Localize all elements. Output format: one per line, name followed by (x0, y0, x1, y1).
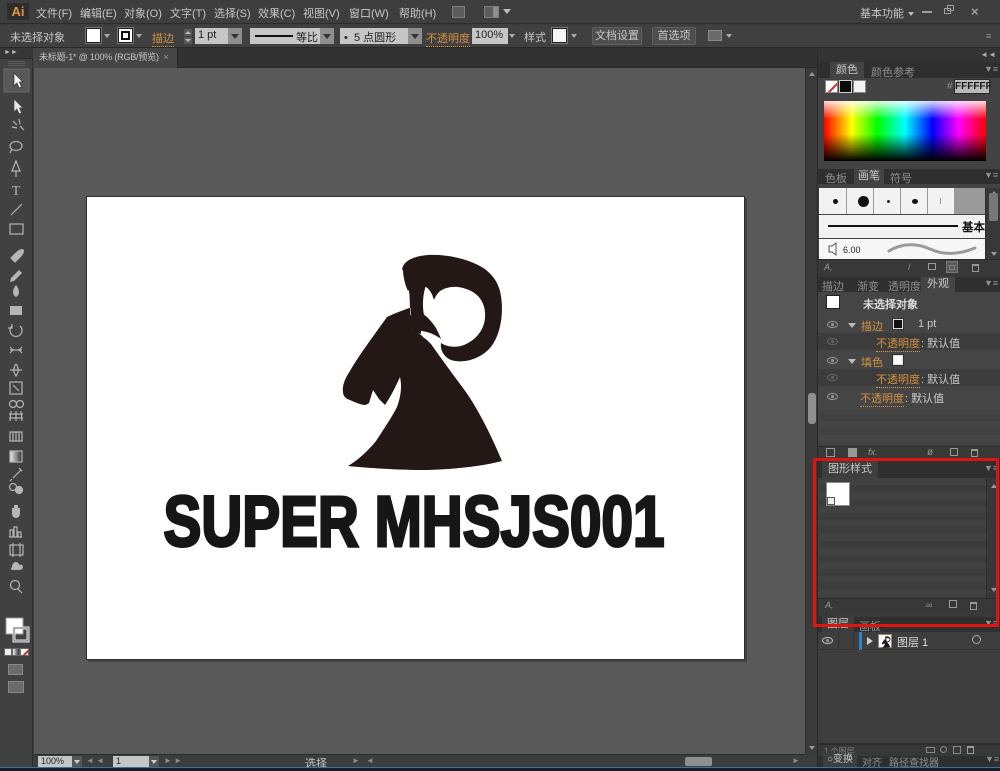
svg-text:T: T (12, 184, 21, 199)
svg-text:6.00: 6.00 (843, 245, 861, 255)
svg-text:SUPER MHSJS001: SUPER MHSJS001 (164, 483, 665, 562)
